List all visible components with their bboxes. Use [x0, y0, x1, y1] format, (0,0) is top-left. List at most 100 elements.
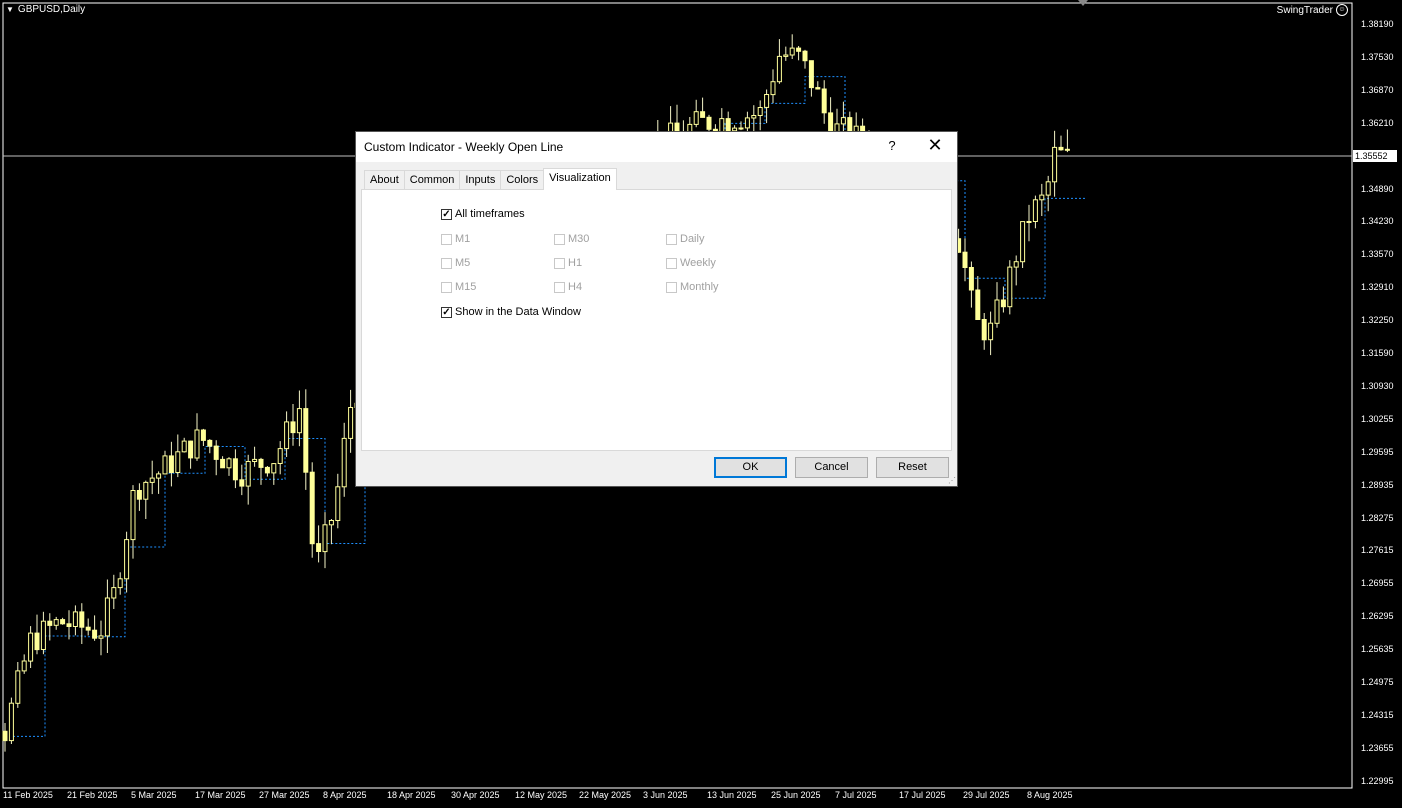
candle-body: [1064, 148, 1070, 151]
checkbox-box[interactable]: [666, 281, 677, 293]
date-tick-label: 22 May 2025: [579, 790, 632, 800]
candle-body: [28, 632, 34, 662]
candle-body: [764, 94, 770, 108]
candle-body: [1045, 181, 1051, 196]
checkbox-box[interactable]: [441, 233, 452, 245]
candle-body: [8, 702, 14, 742]
monthly-checkbox[interactable]: Monthly: [666, 281, 719, 293]
tab-visualization[interactable]: Visualization: [543, 168, 617, 190]
daily-checkbox[interactable]: Daily: [666, 233, 704, 245]
candle-body: [1032, 199, 1038, 223]
candle-body: [290, 421, 296, 434]
tab-colors[interactable]: Colors: [500, 170, 545, 190]
candle-body: [738, 127, 744, 130]
candle-body: [79, 611, 85, 628]
date-tick-label: 7 Jul 2025: [835, 790, 877, 800]
candle-body: [981, 319, 987, 341]
candle-body: [1058, 146, 1064, 151]
candle-body: [220, 458, 226, 469]
reset-button[interactable]: Reset: [876, 457, 949, 478]
candle-body: [194, 429, 200, 459]
candle-body: [252, 458, 258, 462]
tab-inputs[interactable]: Inputs: [459, 170, 502, 190]
monthly-label: Monthly: [680, 281, 719, 293]
candle-body: [200, 429, 206, 441]
checkbox-box[interactable]: [554, 233, 565, 245]
expert-advisor-label[interactable]: SwingTrader ☺: [1277, 4, 1348, 16]
chart-symbol-title[interactable]: ▼ GBPUSD,Daily: [6, 4, 85, 15]
checkbox-box[interactable]: [441, 257, 452, 269]
shift-marker-icon[interactable]: [1078, 0, 1088, 6]
candle-body: [245, 461, 251, 487]
candle-body: [168, 455, 174, 473]
weekly-label: Weekly: [680, 257, 716, 269]
price-tick-label: 1.31590: [1361, 348, 1394, 358]
checkbox-box[interactable]: [554, 281, 565, 293]
cancel-button[interactable]: Cancel: [795, 457, 868, 478]
candle-body: [130, 490, 136, 541]
candle-body: [309, 471, 315, 545]
weekly-checkbox[interactable]: Weekly: [666, 257, 716, 269]
candle-body: [840, 117, 846, 125]
checkbox-box[interactable]: [554, 257, 565, 269]
date-tick-label: 11 Feb 2025: [3, 790, 53, 800]
price-tick-label: 1.22995: [1361, 775, 1394, 786]
candle-body: [85, 626, 91, 631]
dialog-title: Custom Indicator - Weekly Open Line: [364, 140, 564, 154]
show-data-window-label: Show in the Data Window: [455, 306, 581, 318]
price-tick-label: 1.24315: [1361, 709, 1394, 720]
resize-grip-icon[interactable]: ⋰: [948, 476, 956, 485]
tab-bar: About Common Inputs Colors Visualization: [364, 168, 617, 190]
h1-checkbox[interactable]: H1: [554, 257, 582, 269]
tab-common[interactable]: Common: [403, 170, 461, 190]
candle-body: [1052, 146, 1058, 183]
expert-name: SwingTrader: [1276, 4, 1333, 16]
candle-body: [335, 486, 341, 521]
checkmark-icon[interactable]: ✓: [441, 306, 452, 318]
dialog-titlebar[interactable]: Custom Indicator - Weekly Open Line ? ✕: [356, 132, 957, 162]
show-data-window-checkbox[interactable]: ✓ Show in the Data Window: [441, 306, 581, 318]
m1-checkbox[interactable]: M1: [441, 233, 470, 245]
candle-body: [47, 620, 53, 626]
candle-body: [808, 60, 814, 89]
candle-body: [322, 524, 328, 553]
smiley-icon: ☺: [1336, 4, 1348, 16]
candle-body: [117, 578, 123, 589]
candle-body: [271, 463, 277, 474]
h4-checkbox[interactable]: H4: [554, 281, 582, 293]
candle-body: [239, 479, 245, 487]
candle-body: [994, 299, 1000, 324]
checkmark-icon[interactable]: ✓: [441, 208, 452, 220]
m30-checkbox[interactable]: M30: [554, 233, 589, 245]
price-tick-label: 1.37530: [1361, 51, 1394, 62]
dropdown-triangle-icon[interactable]: ▼: [6, 5, 14, 14]
candle-body: [789, 47, 795, 56]
help-button[interactable]: ?: [882, 138, 902, 153]
checkbox-box[interactable]: [441, 281, 452, 293]
date-tick-label: 8 Aug 2025: [1027, 790, 1073, 800]
all-timeframes-label: All timeframes: [455, 208, 525, 220]
candle-body: [34, 632, 40, 651]
candle-body: [111, 587, 117, 599]
candle-body: [962, 251, 968, 268]
candle-body: [1013, 261, 1019, 268]
m5-checkbox[interactable]: M5: [441, 257, 470, 269]
candle-body: [232, 458, 238, 481]
tab-about[interactable]: About: [364, 170, 405, 190]
candle-body: [53, 619, 59, 626]
ok-button[interactable]: OK: [714, 457, 787, 478]
all-timeframes-checkbox[interactable]: ✓ All timeframes: [441, 208, 525, 220]
candle-body: [264, 466, 270, 474]
date-tick-label: 3 Jun 2025: [643, 790, 688, 800]
candle-body: [744, 117, 750, 129]
m15-checkbox[interactable]: M15: [441, 281, 476, 293]
candle-body: [60, 619, 66, 625]
checkbox-box[interactable]: [666, 257, 677, 269]
candle-body: [975, 289, 981, 320]
close-button[interactable]: ✕: [924, 135, 946, 156]
candle-body: [21, 660, 27, 672]
daily-label: Daily: [680, 233, 705, 245]
candle-body: [175, 451, 181, 473]
checkbox-box[interactable]: [666, 233, 677, 245]
date-tick-label: 27 Mar 2025: [259, 790, 310, 800]
